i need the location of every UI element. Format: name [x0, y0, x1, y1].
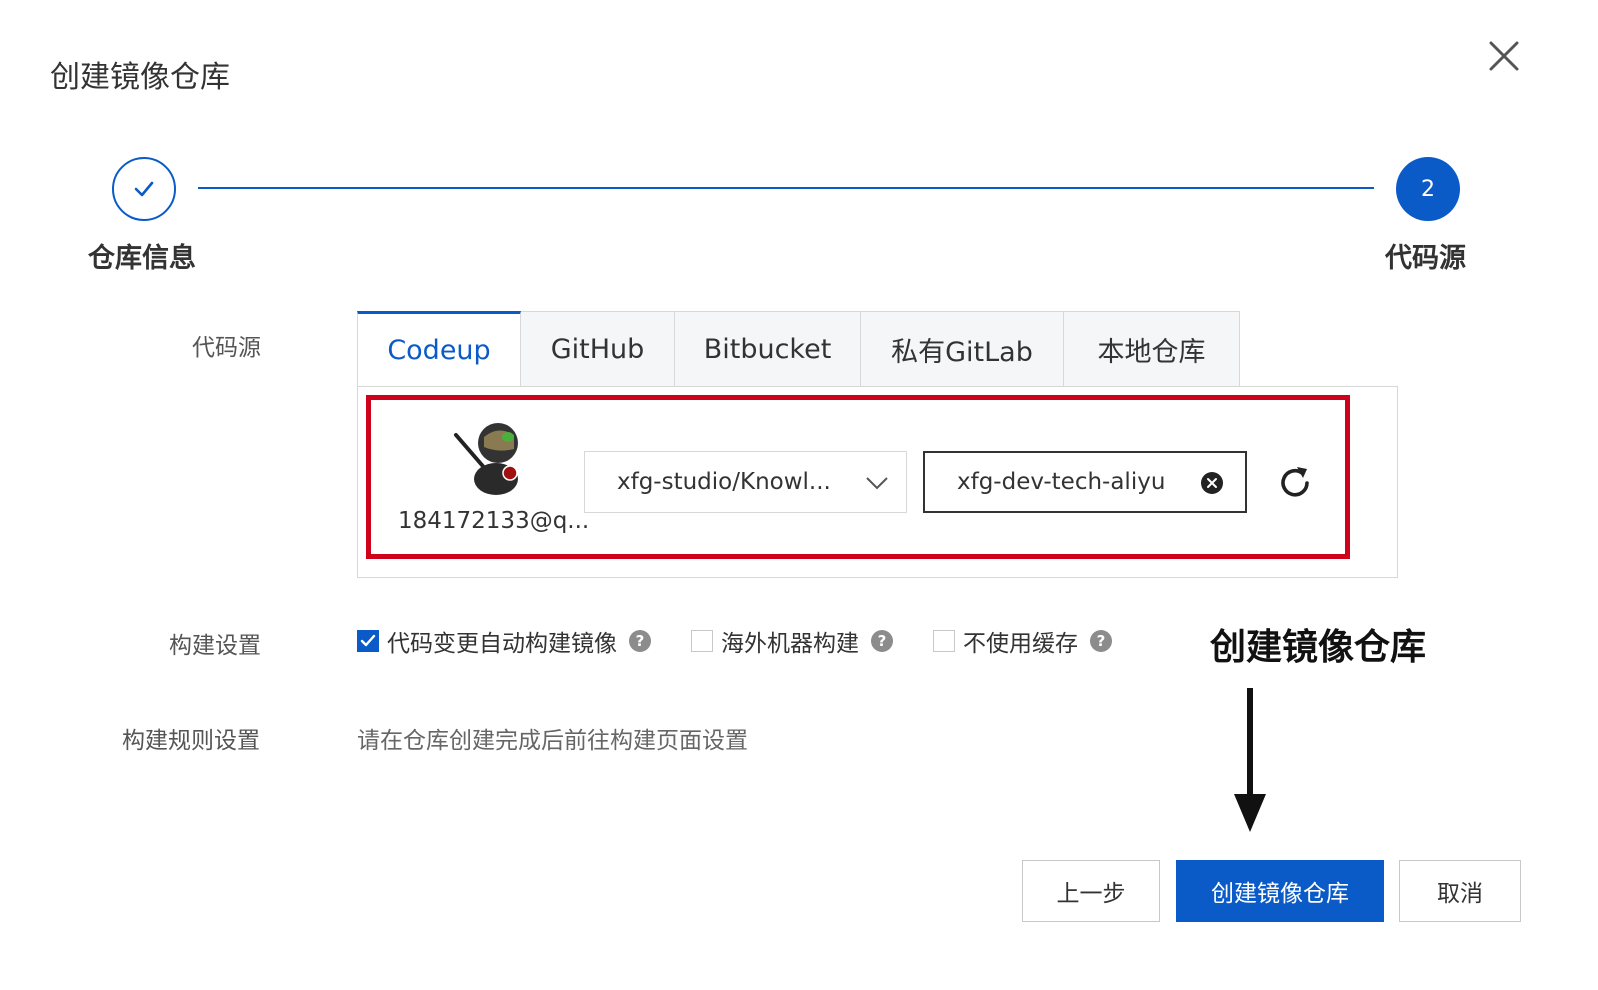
cancel-button[interactable]: 取消 — [1399, 860, 1521, 922]
repository-select-value: xfg-studio/Knowl... — [617, 469, 831, 495]
build-settings-label: 构建设置 — [169, 633, 261, 659]
overseas-build-checkbox[interactable] — [691, 630, 713, 652]
help-icon[interactable]: ? — [629, 630, 651, 652]
check-icon — [134, 181, 154, 197]
account-name: 184172133@q... — [398, 508, 590, 534]
repository-select[interactable]: xfg-studio/Knowl... — [584, 451, 907, 513]
chevron-down-icon — [866, 477, 888, 490]
auto-build-option: 代码变更自动构建镜像 ? — [357, 624, 651, 658]
source-label: 代码源 — [192, 335, 261, 361]
tab-github[interactable]: GitHub — [521, 311, 675, 387]
tab-private-gitlab[interactable]: 私有GitLab — [861, 311, 1064, 387]
no-cache-option: 不使用缓存 ? — [933, 624, 1112, 658]
step-connector — [198, 187, 1374, 189]
no-cache-checkbox[interactable] — [933, 630, 955, 652]
build-rules-label: 构建规则设置 — [122, 728, 260, 754]
overseas-build-option: 海外机器构建 ? — [691, 624, 893, 658]
step-2-label: 代码源 — [1385, 243, 1466, 274]
auto-build-checkbox[interactable] — [357, 630, 379, 652]
build-options: 代码变更自动构建镜像 ? 海外机器构建 ? 不使用缓存 ? — [357, 624, 1112, 658]
create-repository-button[interactable]: 创建镜像仓库 — [1176, 860, 1384, 922]
tab-bitbucket[interactable]: Bitbucket — [675, 311, 861, 387]
prev-step-button[interactable]: 上一步 — [1022, 860, 1160, 922]
branch-input-value: xfg-dev-tech-aliyu — [957, 469, 1166, 495]
no-cache-label: 不使用缓存 — [963, 631, 1078, 657]
help-icon[interactable]: ? — [871, 630, 893, 652]
auto-build-label: 代码变更自动构建镜像 — [387, 631, 617, 657]
refresh-icon[interactable] — [1276, 464, 1314, 502]
tab-local-repo[interactable]: 本地仓库 — [1064, 311, 1240, 387]
step-1-indicator — [112, 157, 176, 221]
dialog-title: 创建镜像仓库 — [50, 60, 230, 95]
overseas-build-label: 海外机器构建 — [721, 631, 859, 657]
annotation-text: 创建镜像仓库 — [1210, 627, 1427, 668]
clear-icon[interactable] — [1201, 472, 1223, 494]
branch-input[interactable]: xfg-dev-tech-aliyu — [923, 451, 1247, 513]
tab-codeup[interactable]: Codeup — [357, 311, 521, 387]
step-1-label: 仓库信息 — [88, 243, 196, 274]
step-2-indicator: 2 — [1396, 157, 1460, 221]
close-icon[interactable] — [1482, 34, 1526, 78]
help-icon[interactable]: ? — [1090, 630, 1112, 652]
check-icon — [360, 634, 376, 647]
avatar — [450, 417, 530, 497]
source-tabs: Codeup GitHub Bitbucket 私有GitLab 本地仓库 — [357, 311, 1240, 387]
build-rules-text: 请在仓库创建完成后前往构建页面设置 — [357, 728, 748, 754]
arrow-down-icon — [1232, 686, 1268, 834]
